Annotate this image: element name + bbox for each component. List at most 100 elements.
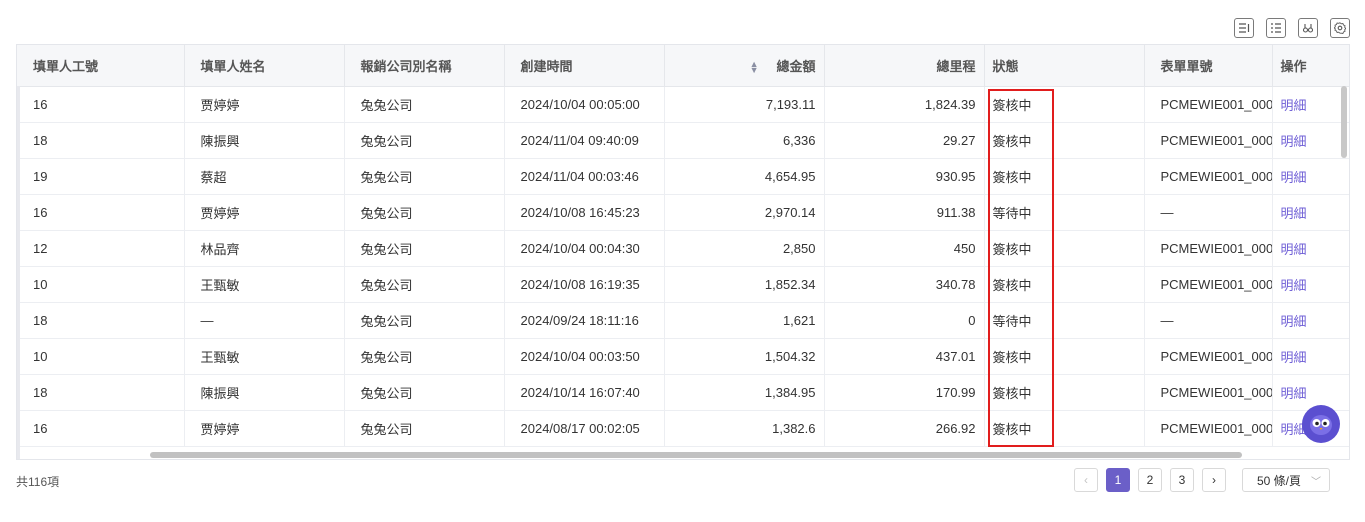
cell-created: 2024/11/04 00:03:46: [504, 158, 665, 195]
table-row[interactable]: 16 贾婷婷 兔兔公司 2024/10/08 16:45:23 2,970.14 911.…: [17, 194, 1349, 231]
page-1-button[interactable]: 1: [1106, 468, 1130, 492]
cell-mileage: 911.38: [824, 194, 985, 231]
cell-company: 兔兔公司: [344, 302, 505, 339]
table-row[interactable]: 18— 兔兔公司 2024/09/24 18:11:16 1,621 0 等待中 — 明細: [17, 302, 1349, 339]
cell-company: 兔兔公司: [344, 122, 505, 159]
page-size-value: 50 條/頁: [1257, 473, 1302, 488]
filter-icon[interactable]: [1298, 18, 1318, 38]
detail-link[interactable]: 明細: [1272, 338, 1349, 375]
cell-form-no: —: [1144, 194, 1273, 231]
cell-amount: 6,336: [664, 122, 825, 159]
cell-amount: 1,382.6: [664, 410, 825, 447]
density-icon[interactable]: [1234, 18, 1254, 38]
vertical-scrollbar[interactable]: [1341, 86, 1347, 158]
cell-mileage: 0: [824, 302, 985, 339]
cell-mileage: 170.99: [824, 374, 985, 411]
col-header-created[interactable]: 創建時間: [504, 45, 665, 87]
cell-created: 2024/10/04 00:03:50: [504, 338, 665, 375]
cell-amount: 7,193.11: [664, 86, 825, 123]
detail-link[interactable]: 明細: [1272, 266, 1349, 303]
col-header-emp-id[interactable]: 填單人工號: [17, 45, 185, 87]
cell-emp-id: 18: [17, 374, 185, 411]
row-indicator-bar: [17, 86, 20, 459]
cell-company: 兔兔公司: [344, 266, 505, 303]
cell-amount: 4,654.95: [664, 158, 825, 195]
cell-mileage: 930.95: [824, 158, 985, 195]
cell-emp-id: 12: [17, 230, 185, 267]
total-count: 共116項: [16, 475, 60, 489]
detail-link[interactable]: 明細: [1272, 122, 1349, 159]
table-row[interactable]: 10 王甄敏 兔兔公司 2024/10/04 00:03:50 1,504.32 437.…: [17, 338, 1349, 375]
cell-mileage: 450: [824, 230, 985, 267]
column-settings-icon[interactable]: [1266, 18, 1286, 38]
prev-page-button[interactable]: ‹: [1074, 468, 1098, 492]
sort-icon[interactable]: ▲ ▼: [750, 60, 759, 75]
cell-name: —: [184, 302, 345, 339]
next-page-button[interactable]: ›: [1202, 468, 1226, 492]
detail-link[interactable]: 明細: [1272, 158, 1349, 195]
cell-name: 林品齊: [184, 230, 345, 267]
cell-emp-id: 19: [17, 158, 185, 195]
cell-emp-id: 16: [17, 194, 185, 231]
cell-created: 2024/10/14 16:07:40: [504, 374, 665, 411]
settings-icon[interactable]: [1330, 18, 1350, 38]
cell-form-no: PCMEWIE001_0000: [1144, 266, 1273, 303]
table-row[interactable]: 10 王甄敏 兔兔公司 2024/10/08 16:19:35 1,852.34 340.…: [17, 266, 1349, 303]
col-header-company[interactable]: 報銷公司別名稱: [344, 45, 505, 87]
cell-company: 兔兔公司: [344, 338, 505, 375]
table-row[interactable]: 16 贾婷婷 兔兔公司 2024/10/04 00:05:00 7,193.11 1,82…: [17, 86, 1349, 123]
cell-amount: 1,852.34: [664, 266, 825, 303]
page-3-button[interactable]: 3: [1170, 468, 1194, 492]
cell-name: 陳振興: [184, 122, 345, 159]
cell-created: 2024/10/08 16:19:35: [504, 266, 665, 303]
cell-company: 兔兔公司: [344, 230, 505, 267]
cell-name: 贾婷婷: [184, 86, 345, 123]
detail-link[interactable]: 明細: [1272, 302, 1349, 339]
cell-mileage: 437.01: [824, 338, 985, 375]
cell-name: 贾婷婷: [184, 194, 345, 231]
data-table: 填單人工號 填單人姓名 報銷公司別名稱 創建時間 ▲ ▼ 總金額 總里程 狀態 表單…: [16, 44, 1350, 460]
cell-name: 王甄敏: [184, 266, 345, 303]
cell-form-no: PCMEWIE001_0000: [1144, 410, 1273, 447]
cell-company: 兔兔公司: [344, 194, 505, 231]
col-header-form-no[interactable]: 表單單號: [1144, 45, 1273, 87]
table-row[interactable]: 18 陳振興 兔兔公司 2024/11/04 09:40:09 6,336 29.27 簽核…: [17, 122, 1349, 159]
cell-form-no: PCMEWIE001_0000: [1144, 122, 1273, 159]
cell-emp-id: 10: [17, 266, 185, 303]
cell-form-no: PCMEWIE001_0000: [1144, 338, 1273, 375]
detail-link[interactable]: 明細: [1272, 374, 1349, 411]
detail-link[interactable]: 明細: [1272, 194, 1349, 231]
table-row[interactable]: 18 陳振興 兔兔公司 2024/10/14 16:07:40 1,384.95 170.…: [17, 374, 1349, 411]
detail-link[interactable]: 明細: [1272, 230, 1349, 267]
page-size-select[interactable]: 50 條/頁 ﹀: [1242, 468, 1330, 492]
cell-created: 2024/08/17 00:02:05: [504, 410, 665, 447]
col-header-status[interactable]: 狀態: [984, 45, 1145, 87]
cell-form-no: PCMEWIE001_0000: [1144, 158, 1273, 195]
cell-amount: 1,384.95: [664, 374, 825, 411]
cell-created: 2024/11/04 09:40:09: [504, 122, 665, 159]
cell-form-no: PCMEWIE001_0000: [1144, 86, 1273, 123]
cell-form-no: PCMEWIE001_0000: [1144, 230, 1273, 267]
cell-mileage: 266.92: [824, 410, 985, 447]
cell-amount: 1,621: [664, 302, 825, 339]
table-row[interactable]: 19 蔡超 兔兔公司 2024/11/04 00:03:46 4,654.95 930.9…: [17, 158, 1349, 195]
cell-mileage: 340.78: [824, 266, 985, 303]
col-header-name[interactable]: 填單人姓名: [184, 45, 345, 87]
horizontal-scrollbar[interactable]: [150, 452, 1242, 458]
table-toolbar: [1234, 18, 1350, 39]
col-header-mileage[interactable]: 總里程: [824, 45, 985, 87]
cell-mileage: 1,824.39: [824, 86, 985, 123]
cell-created: 2024/10/04 00:04:30: [504, 230, 665, 267]
page-2-button[interactable]: 2: [1138, 468, 1162, 492]
detail-link[interactable]: 明細: [1272, 86, 1349, 123]
table-row[interactable]: 16 贾婷婷 兔兔公司 2024/08/17 00:02:05 1,382.6 266.9…: [17, 410, 1349, 447]
cell-name: 蔡超: [184, 158, 345, 195]
col-header-amount[interactable]: ▲ ▼ 總金額: [664, 45, 825, 87]
cell-company: 兔兔公司: [344, 410, 505, 447]
assistant-mascot-icon[interactable]: [1302, 405, 1340, 443]
cell-emp-id: 18: [17, 302, 185, 339]
cell-emp-id: 16: [17, 410, 185, 447]
cell-created: 2024/09/24 18:11:16: [504, 302, 665, 339]
col-header-action: 操作: [1272, 45, 1349, 87]
table-row[interactable]: 12 林品齊 兔兔公司 2024/10/04 00:04:30 2,850 450 簽核中 P…: [17, 230, 1349, 267]
